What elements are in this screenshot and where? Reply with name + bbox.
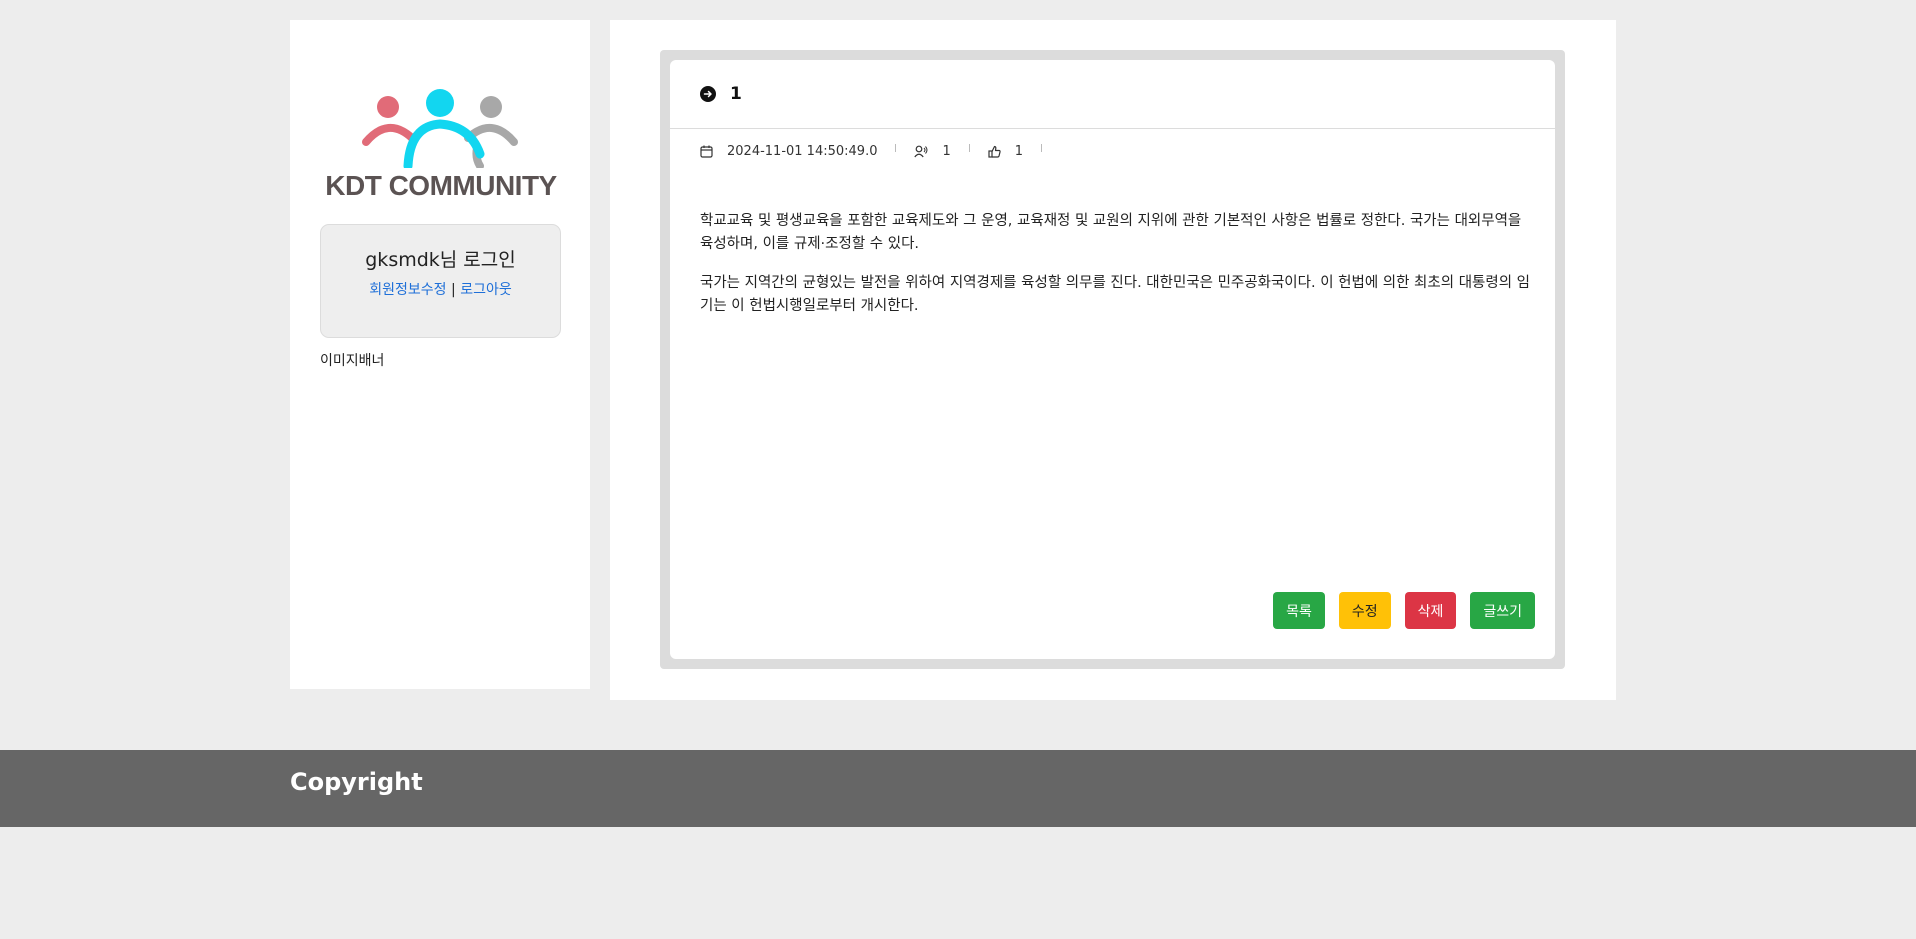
post-frame: 1 2024-11-01 14:50:49.0 1 1 학교교육 및 평생교육을… bbox=[660, 50, 1565, 669]
meta-likes: 1 bbox=[988, 144, 1023, 159]
logo-text: KDT COMMUNITY bbox=[325, 170, 557, 201]
calendar-icon bbox=[700, 145, 713, 158]
meta-views: 1 bbox=[914, 143, 951, 159]
copyright-text: Copyright bbox=[290, 768, 423, 796]
list-button[interactable]: 목록 bbox=[1273, 592, 1325, 629]
title-divider bbox=[670, 128, 1555, 129]
edit-profile-link[interactable]: 회원정보수정 bbox=[369, 282, 446, 298]
post-actions: 목록 수정 삭제 글쓰기 bbox=[1273, 592, 1535, 629]
meta-separator bbox=[968, 144, 970, 152]
post-title: 1 bbox=[730, 84, 742, 104]
write-button[interactable]: 글쓰기 bbox=[1470, 592, 1535, 629]
post-title-row: 1 bbox=[700, 82, 742, 106]
meta-separator bbox=[895, 144, 897, 152]
edit-button[interactable]: 수정 bbox=[1338, 592, 1391, 629]
logout-link[interactable]: 로그아웃 bbox=[460, 282, 512, 298]
post-meta: 2024-11-01 14:50:49.0 1 1 bbox=[700, 141, 1060, 161]
main-panel: 1 2024-11-01 14:50:49.0 1 1 학교교육 및 평생교육을… bbox=[610, 20, 1616, 700]
login-box: gksmdk님 로그인 회원정보수정 | 로그아웃 bbox=[320, 224, 561, 338]
person-view-icon bbox=[914, 145, 928, 158]
meta-separator bbox=[1041, 144, 1043, 152]
arrow-right-circle-icon bbox=[700, 86, 716, 102]
image-banner[interactable]: 이미지배너 bbox=[320, 350, 384, 370]
post-date: 2024-11-01 14:50:49.0 bbox=[727, 143, 878, 159]
post-paragraph: 국가는 지역간의 균형있는 발전을 위하여 지역경제를 육성할 의무를 진다. … bbox=[700, 275, 1530, 314]
post-card: 1 2024-11-01 14:50:49.0 1 1 학교교육 및 평생교육을… bbox=[670, 60, 1555, 659]
meta-date: 2024-11-01 14:50:49.0 bbox=[700, 144, 877, 159]
post-views: 1 bbox=[942, 143, 951, 159]
post-body: 학교교육 및 평생교육을 포함한 교육제도와 그 운영, 교육재정 및 교원의 … bbox=[700, 210, 1530, 334]
link-separator: | bbox=[451, 282, 456, 298]
footer: Copyright bbox=[0, 750, 1916, 827]
sidebar: KDT COMMUNITY gksmdk님 로그인 회원정보수정 | 로그아웃 … bbox=[290, 20, 590, 689]
post-paragraph: 학교교육 및 평생교육을 포함한 교육제도와 그 운영, 교육재정 및 교원의 … bbox=[700, 213, 1522, 252]
login-greeting: gksmdk님 로그인 bbox=[365, 249, 516, 271]
delete-button[interactable]: 삭제 bbox=[1404, 592, 1457, 629]
thumbs-up-icon bbox=[988, 145, 1001, 158]
post-likes: 1 bbox=[1014, 143, 1024, 159]
login-links: 회원정보수정 | 로그아웃 bbox=[321, 279, 560, 299]
